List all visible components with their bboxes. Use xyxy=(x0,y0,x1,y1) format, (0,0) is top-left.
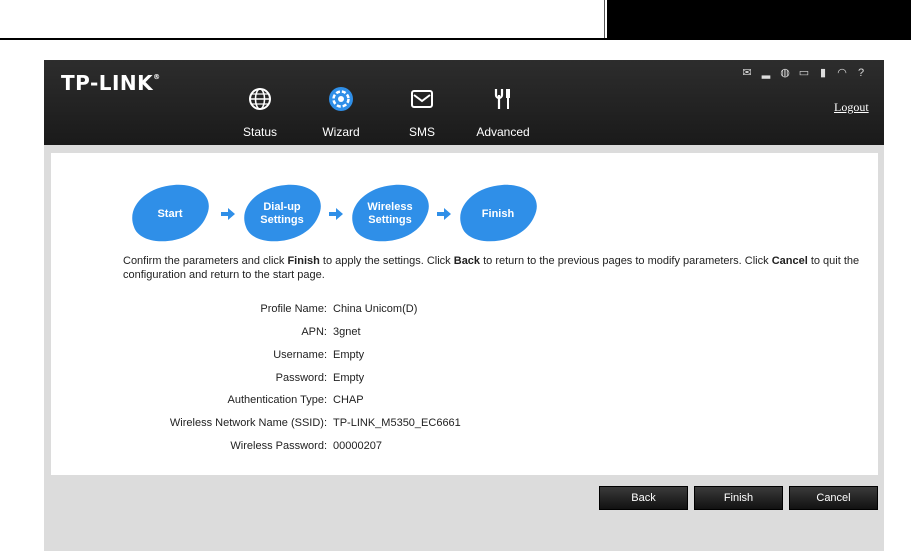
battery-icon: ▭ xyxy=(798,67,810,79)
summary-row: Profile Name: China Unicom(D) xyxy=(121,303,621,319)
summary-key: Wireless Network Name (SSID): xyxy=(169,417,327,429)
nav-status[interactable]: Status xyxy=(230,86,290,142)
step-start: Start xyxy=(126,183,214,245)
document-header xyxy=(0,0,911,40)
step-dialup-label: Dial-up Settings xyxy=(260,201,304,226)
header-rule xyxy=(0,38,911,40)
header-separator xyxy=(604,0,605,38)
step-finish: Finish xyxy=(454,183,542,245)
summary-key: Wireless Password: xyxy=(230,440,327,452)
summary-value: TP-LINK_M5350_EC6661 xyxy=(333,417,461,429)
step-finish-label: Finish xyxy=(481,207,515,220)
step-arrow-icon xyxy=(329,208,343,220)
step-dialup-settings: Dial-up Settings xyxy=(238,183,326,245)
step-start-label: Start xyxy=(157,207,183,220)
summary-key: Profile Name: xyxy=(260,303,327,315)
nav-wizard-label: Wizard xyxy=(322,125,360,139)
signal-icon: ▂ xyxy=(761,67,771,79)
nav-status-label: Status xyxy=(242,125,278,139)
back-button[interactable]: Back xyxy=(599,486,688,510)
summary-row: APN: 3gnet xyxy=(121,326,621,342)
summary-key: Authentication Type: xyxy=(227,394,327,406)
logout-link[interactable]: Logout xyxy=(834,100,869,115)
summary-key: Password: xyxy=(275,372,327,384)
summary-row: Authentication Type: CHAP xyxy=(121,394,621,410)
summary-value: Empty xyxy=(333,372,365,384)
step-arrow-icon xyxy=(437,208,451,220)
wifi-icon: ◠ xyxy=(837,67,847,79)
globe-status-icon: ◍ xyxy=(780,67,790,79)
nav-advanced-label: Advanced xyxy=(476,125,530,139)
top-navigation-bar: TP-LINK® Status Wizard SMS Advanced ✉ ▂ … xyxy=(44,60,884,145)
globe-icon xyxy=(249,88,271,110)
summary-value: 00000207 xyxy=(333,440,382,452)
wizard-gear-icon xyxy=(329,87,353,111)
tp-link-logo: TP-LINK® xyxy=(61,71,161,95)
summary-key: APN: xyxy=(301,326,327,338)
instruction-text: Confirm the parameters and click Finish … xyxy=(123,255,860,281)
status-icon-bar: ✉ ▂ ◍ ▭ ▮ ◠ ? xyxy=(741,66,867,80)
wizard-summary-panel: Start Dial-up Settings Wireless Settings… xyxy=(51,153,878,475)
summary-row: Password: Empty xyxy=(121,372,621,388)
sim-icon: ▮ xyxy=(819,67,827,79)
nav-advanced[interactable]: Advanced xyxy=(473,86,533,142)
router-web-ui: TP-LINK® Status Wizard SMS Advanced ✉ ▂ … xyxy=(44,60,884,551)
summary-row: Wireless Password: 00000207 xyxy=(121,440,621,456)
step-wireless-settings: Wireless Settings xyxy=(346,183,434,245)
summary-value: Empty xyxy=(333,349,365,361)
nav-wizard[interactable]: Wizard xyxy=(311,86,371,142)
summary-row: Username: Empty xyxy=(121,349,621,365)
nav-sms[interactable]: SMS xyxy=(392,86,452,142)
summary-row: Wireless Network Name (SSID): TP-LINK_M5… xyxy=(121,417,621,433)
step-arrow-icon xyxy=(221,208,235,220)
message-icon[interactable]: ✉ xyxy=(741,67,753,79)
cancel-button[interactable]: Cancel xyxy=(789,486,878,510)
summary-value: CHAP xyxy=(333,394,364,406)
help-icon[interactable]: ? xyxy=(855,67,867,79)
summary-value: China Unicom(D) xyxy=(333,303,418,315)
tools-icon xyxy=(494,89,510,109)
nav-sms-label: SMS xyxy=(408,125,435,139)
envelope-icon xyxy=(411,90,433,108)
finish-button[interactable]: Finish xyxy=(694,486,783,510)
step-wireless-label: Wireless Settings xyxy=(367,201,413,226)
summary-key: Username: xyxy=(273,349,327,361)
summary-value: 3gnet xyxy=(333,326,361,338)
header-black-tab xyxy=(607,0,911,38)
